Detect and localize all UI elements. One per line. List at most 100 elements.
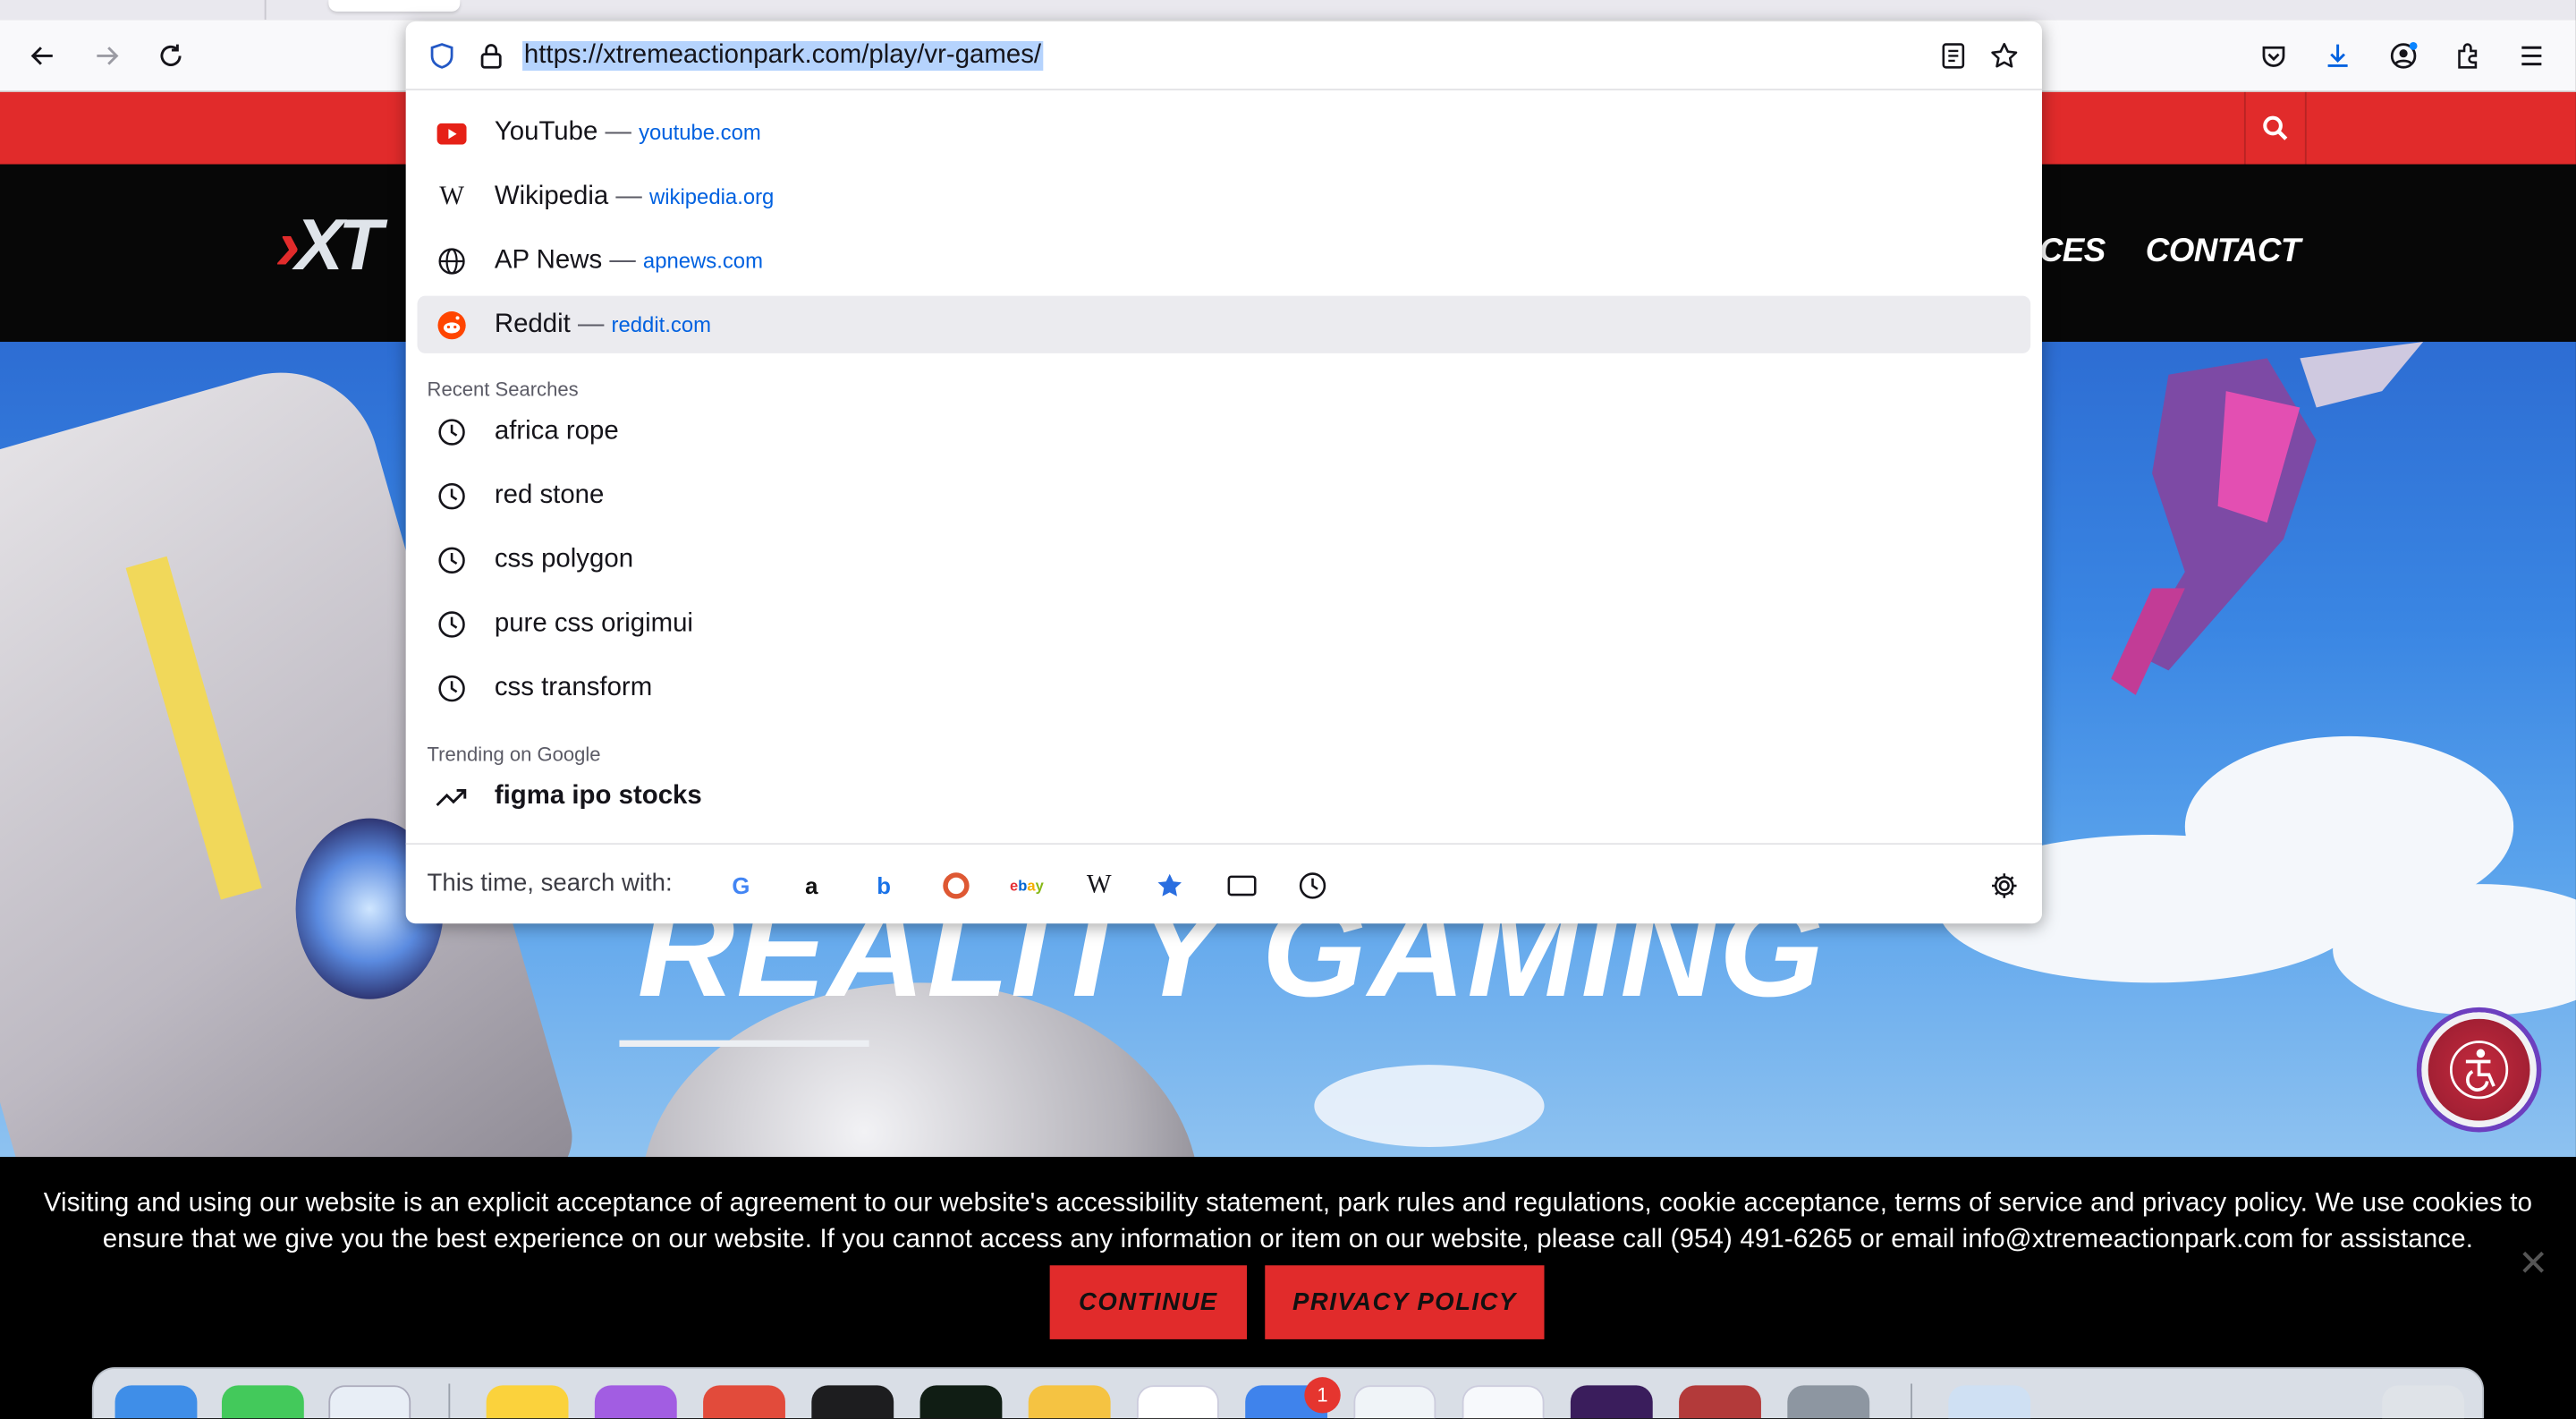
site-search-button[interactable] <box>2243 91 2307 165</box>
flying-robot-image <box>2111 342 2424 695</box>
history-clock-icon <box>434 542 470 578</box>
suggestion-title: Reddit <box>494 310 571 339</box>
terminal-icon[interactable] <box>811 1385 894 1419</box>
forward-button[interactable] <box>87 36 126 75</box>
site-logo[interactable]: ›XT <box>276 209 383 283</box>
lock-icon[interactable] <box>475 39 508 72</box>
duckduckgo-engine-icon[interactable] <box>936 866 976 905</box>
bing-engine-icon[interactable]: b <box>864 866 903 905</box>
extensions-button[interactable] <box>2448 36 2487 75</box>
hero-cloud <box>1314 1065 1545 1148</box>
suggestion-url: wikipedia.org <box>648 183 775 209</box>
cookie-close-icon[interactable]: ✕ <box>2517 1245 2550 1280</box>
firefox-icon[interactable] <box>1570 1385 1653 1419</box>
recent-search-row[interactable]: africa rope <box>418 403 2031 460</box>
safari-icon[interactable] <box>1136 1385 1219 1419</box>
tabs-engine-icon[interactable] <box>1223 866 1262 905</box>
recent-searches-heading: Recent Searches <box>427 378 579 402</box>
suggestion-row-wikipedia[interactable]: W Wikipedia — wikipedia.org <box>418 167 2031 225</box>
pocket-icon <box>2262 46 2285 67</box>
suggestion-url: youtube.com <box>639 120 761 145</box>
google-engine-icon[interactable]: G <box>721 866 760 905</box>
history-clock-icon <box>434 607 470 642</box>
ebay-engine-icon[interactable]: ebay <box>1007 866 1046 905</box>
photos-icon[interactable] <box>1353 1385 1436 1419</box>
finder-icon[interactable] <box>114 1385 198 1419</box>
search-settings-gear-icon[interactable] <box>1985 866 2024 905</box>
urlbar-dropdown: https://xtremeactionpark.com/play/vr-gam… <box>405 21 2043 924</box>
tracking-protection-shield-icon[interactable] <box>426 39 459 72</box>
account-button[interactable] <box>2384 36 2423 75</box>
active-tab[interactable] <box>328 0 461 12</box>
wikipedia-engine-icon[interactable]: W <box>1080 866 1119 905</box>
recent-search-text: pure css origimui <box>494 609 693 638</box>
bookmarks-star-icon[interactable] <box>1150 866 1190 905</box>
suggestion-title: YouTube <box>494 118 598 147</box>
suggestion-url: apnews.com <box>642 248 763 273</box>
puzzle-icon <box>2458 43 2478 69</box>
dock-separator <box>1911 1383 1912 1419</box>
suggestion-row-apnews[interactable]: AP News — apnews.com <box>418 232 2031 289</box>
mail-badge: 1 <box>1304 1377 1341 1414</box>
nav-contact-link[interactable]: CONTACT <box>2146 235 2301 268</box>
history-clock-icon <box>434 414 470 450</box>
search-engines-bar: This time, search with: G a b ebay W <box>405 843 2043 923</box>
trending-arrow-icon <box>434 779 470 815</box>
bookmark-star-icon[interactable] <box>1987 39 2021 72</box>
recent-search-row[interactable]: pure css origimui <box>418 595 2031 652</box>
back-button[interactable] <box>23 36 63 75</box>
history-engine-icon[interactable] <box>1292 866 1332 905</box>
download-icon <box>2327 44 2348 67</box>
trending-heading: Trending on Google <box>427 743 601 766</box>
pocket-button[interactable] <box>2254 36 2293 75</box>
recent-search-text: africa rope <box>494 417 619 446</box>
suggestion-separator: — <box>605 118 631 147</box>
search-with-label: This time, search with: <box>427 869 673 897</box>
suggestion-separator: — <box>577 310 605 339</box>
dock-separator <box>448 1383 451 1419</box>
youtube-icon <box>434 115 470 151</box>
downloads-stack-icon[interactable] <box>1948 1385 2031 1419</box>
suggestion-title: Wikipedia <box>494 182 609 211</box>
hamburger-menu-icon <box>2521 46 2542 66</box>
vscode-icon[interactable] <box>1462 1385 1545 1419</box>
accessibility-button[interactable] <box>2421 1012 2537 1127</box>
reload-icon <box>160 44 182 66</box>
history-clock-icon <box>434 670 470 706</box>
chrome-icon[interactable] <box>703 1385 785 1419</box>
system-settings-icon[interactable] <box>1787 1385 1870 1419</box>
suggestion-separator: — <box>615 182 642 211</box>
iterm-icon[interactable] <box>919 1385 1003 1419</box>
suggestion-row-reddit[interactable]: Reddit — reddit.com <box>417 295 2031 353</box>
xcode-tools-icon[interactable] <box>1028 1385 1111 1419</box>
suggestion-row-youtube[interactable]: YouTube — youtube.com <box>418 104 2031 161</box>
preview-icon[interactable] <box>328 1385 411 1419</box>
recent-search-row[interactable]: red stone <box>418 467 2031 524</box>
search-icon <box>2263 115 2288 140</box>
trash-icon[interactable] <box>2382 1385 2465 1419</box>
back-arrow-icon <box>30 47 53 65</box>
trending-search-row[interactable]: figma ipo stocks <box>418 768 2031 825</box>
url-text[interactable]: https://xtremeactionpark.com/play/vr-gam… <box>522 40 1043 71</box>
downloads-button[interactable] <box>2318 36 2358 75</box>
podcasts-icon[interactable] <box>594 1385 677 1419</box>
hero-underline <box>619 1040 869 1047</box>
forward-arrow-icon <box>97 47 119 65</box>
menu-button[interactable] <box>2512 36 2551 75</box>
recent-search-row[interactable]: css polygon <box>418 531 2031 588</box>
history-clock-icon <box>434 478 470 514</box>
suggestion-url: reddit.com <box>611 311 712 337</box>
reddit-icon <box>434 307 470 343</box>
url-bar[interactable]: https://xtremeactionpark.com/play/vr-gam… <box>405 21 2043 91</box>
acrobat-icon[interactable] <box>1679 1385 1761 1419</box>
reload-button[interactable] <box>151 36 191 75</box>
recent-search-row[interactable]: css transform <box>418 659 2031 717</box>
amazon-engine-icon[interactable]: a <box>792 866 831 905</box>
suggestion-separator: — <box>609 246 636 275</box>
messages-icon[interactable] <box>221 1385 304 1419</box>
screen: ›XT ICES CONTACT REALITY GAMING Visiting <box>0 0 2576 1419</box>
notes-icon[interactable] <box>486 1385 569 1419</box>
privacy-policy-button[interactable]: PRIVACY POLICY <box>1265 1265 1545 1339</box>
reader-view-icon[interactable] <box>1936 39 1970 72</box>
continue-button[interactable]: CONTINUE <box>1049 1265 1248 1339</box>
